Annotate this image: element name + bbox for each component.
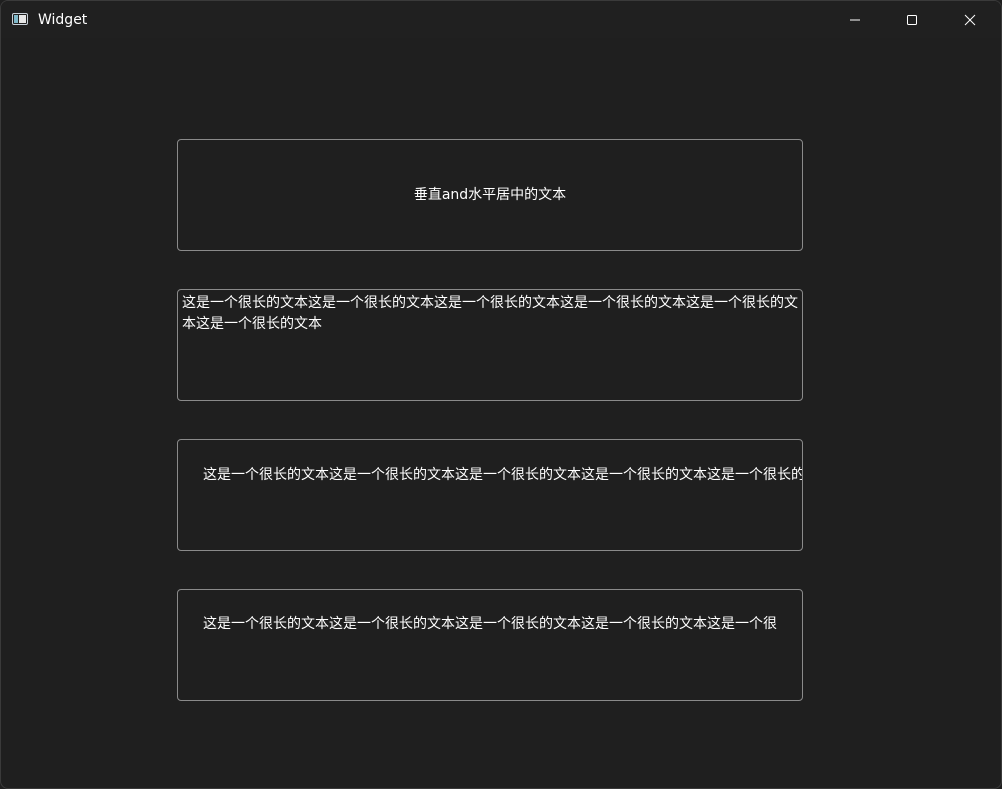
wrapped-text: 这是一个很长的文本这是一个很长的文本这是一个很长的文本这是一个很长的文本这是一个… — [182, 295, 798, 332]
maximize-button[interactable] — [889, 1, 935, 38]
window-title: Widget — [38, 12, 88, 28]
close-button[interactable] — [947, 1, 993, 38]
clipped-text-label: 这是一个很长的文本这是一个很长的文本这是一个很长的文本这是一个很长的文本这是一个… — [177, 439, 803, 551]
minimize-icon — [850, 19, 860, 21]
maximize-icon — [907, 15, 917, 25]
app-window: Widget 垂直and水平居中的文本 这是一个很长的文本这是一个很长的文本这是… — [0, 0, 1002, 789]
elided-text: 这是一个很长的文本这是一个很长的文本这是一个很长的文本这是一个很长的文本这是一个… — [203, 616, 777, 632]
close-icon — [964, 14, 976, 26]
minimize-button[interactable] — [832, 1, 878, 38]
window-app-icon — [12, 13, 28, 25]
clipped-text: 这是一个很长的文本这是一个很长的文本这是一个很长的文本这是一个很长的文本这是一个… — [203, 467, 803, 483]
centered-text: 垂直and水平居中的文本 — [413, 186, 567, 203]
centered-text-label: 垂直and水平居中的文本 — [177, 139, 803, 251]
wrapped-text-label: 这是一个很长的文本这是一个很长的文本这是一个很长的文本这是一个很长的文本这是一个… — [177, 289, 803, 401]
elided-text-label: 这是一个很长的文本这是一个很长的文本这是一个很长的文本这是一个很长的文本这是一个… — [177, 589, 803, 701]
title-bar[interactable]: Widget — [1, 1, 1001, 38]
